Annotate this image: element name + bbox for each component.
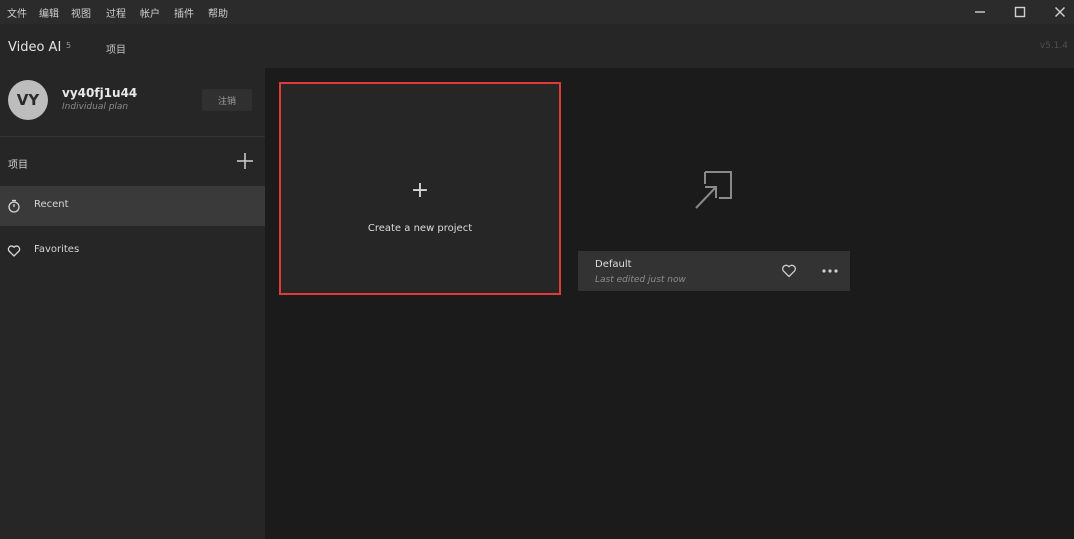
menu-view[interactable]: 视图 xyxy=(71,5,91,20)
logout-button[interactable]: 注销 xyxy=(202,89,252,111)
projects-section-title: 项目 xyxy=(8,160,28,171)
plus-icon: + xyxy=(410,178,430,203)
plan-label: Individual plan xyxy=(62,102,129,112)
username: vy40fj1u44 xyxy=(62,86,138,100)
app-title: Video AI xyxy=(8,40,62,55)
create-project-label: Create a new project xyxy=(367,223,473,234)
menu-account[interactable]: 帐户 xyxy=(140,5,160,20)
menu-process[interactable]: 过程 xyxy=(106,5,126,20)
avatar-initials: VY xyxy=(16,91,40,109)
project-name: Default xyxy=(595,259,632,270)
sidebar-item-label: Favorites xyxy=(34,244,80,255)
import-project-icon xyxy=(695,171,732,209)
project-card[interactable]: Default Last edited just now xyxy=(578,84,850,292)
sidebar: VY vy40fj1u44 Individual plan 注销 项目 Rece… xyxy=(0,68,265,539)
stopwatch-icon xyxy=(8,199,20,213)
project-last-edited: Last edited just now xyxy=(595,275,686,285)
close-icon xyxy=(1055,7,1065,17)
maximize-button[interactable] xyxy=(1000,0,1040,24)
minimize-icon xyxy=(975,11,985,13)
menu-bar: 文件 编辑 视图 过程 帐户 插件 帮助 xyxy=(0,0,1074,24)
maximize-icon xyxy=(1014,6,1026,18)
menu-edit[interactable]: 编辑 xyxy=(39,5,59,20)
version-label: v5.1.4 xyxy=(1039,41,1068,51)
sidebar-item-favorites[interactable]: Favorites xyxy=(0,231,265,271)
app-version-badge: 5 xyxy=(66,41,72,50)
menu-plugins[interactable]: 插件 xyxy=(174,5,194,20)
app-header: Video AI 5 项目 v5.1.4 xyxy=(0,24,1074,68)
menu-help[interactable]: 帮助 xyxy=(208,5,228,20)
project-card-footer: Default Last edited just now xyxy=(578,251,850,291)
sidebar-item-recent[interactable]: Recent xyxy=(0,186,265,226)
close-window-button[interactable] xyxy=(1040,0,1074,24)
minimize-button[interactable] xyxy=(960,0,1000,24)
menu-file[interactable]: 文件 xyxy=(7,5,27,20)
avatar: VY xyxy=(8,80,48,120)
logout-label: 注销 xyxy=(217,96,236,107)
add-project-icon[interactable] xyxy=(234,150,256,172)
projects-grid: + Create a new project Default Last edit… xyxy=(265,68,1074,539)
more-options-icon[interactable] xyxy=(820,263,840,279)
heart-icon xyxy=(7,245,21,257)
favorite-heart-icon[interactable] xyxy=(781,263,797,279)
create-project-card[interactable]: + Create a new project xyxy=(279,82,561,295)
divider xyxy=(0,136,265,137)
tab-projects[interactable]: 项目 xyxy=(106,41,126,56)
sidebar-item-label: Recent xyxy=(34,199,69,210)
